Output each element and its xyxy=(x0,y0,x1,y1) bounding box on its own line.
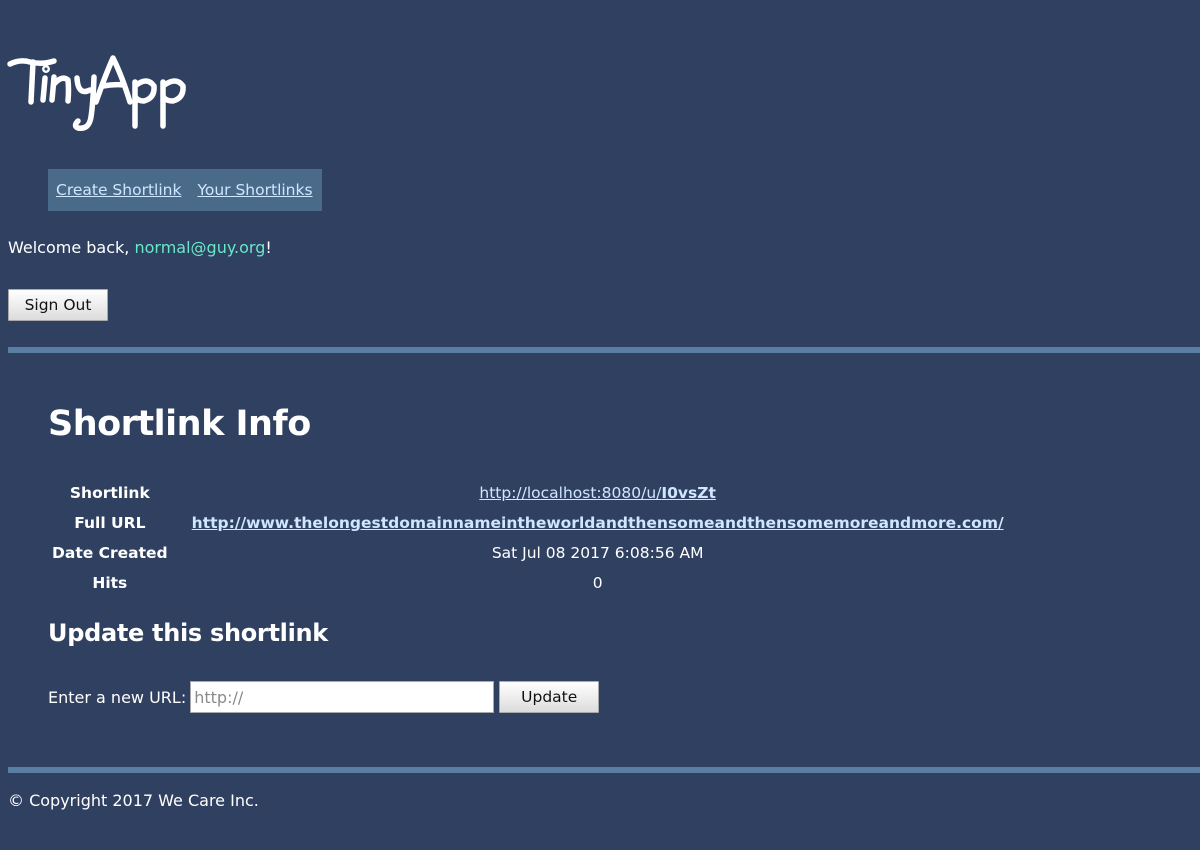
info-row-hits: Hits 0 xyxy=(48,568,1024,598)
shortlink-value-cell: http://localhost:8080/u/I0vsZt xyxy=(172,478,1024,508)
new-url-label: Enter a new URL: xyxy=(48,687,187,707)
update-form: Enter a new URL: Update xyxy=(48,681,600,713)
page-title: Shortlink Info xyxy=(48,404,311,444)
welcome-suffix: ! xyxy=(265,238,272,257)
footer-copyright: © Copyright 2017 We Care Inc. xyxy=(8,791,259,810)
full-url-value-cell: http://www.thelongestdomainnameintheworl… xyxy=(172,508,1024,538)
update-heading: Update this shortlink xyxy=(48,619,328,647)
info-row-shortlink: Shortlink http://localhost:8080/u/I0vsZt xyxy=(48,478,1024,508)
full-url-label: Full URL xyxy=(74,514,146,532)
welcome-message: Welcome back, normal@guy.org! xyxy=(8,238,272,257)
hits-label: Hits xyxy=(92,574,128,592)
hits-value: 0 xyxy=(592,574,603,592)
nav-create-shortlink[interactable]: Create Shortlink xyxy=(56,181,181,199)
user-email: normal@guy.org xyxy=(134,238,266,257)
welcome-prefix: Welcome back, xyxy=(8,238,135,257)
top-divider xyxy=(8,347,1200,353)
date-created-label: Date Created xyxy=(52,544,168,562)
shortlink-link[interactable]: http://localhost:8080/u/I0vsZt xyxy=(479,484,716,502)
main-nav: Create Shortlink Your Shortlinks xyxy=(48,169,322,211)
shortlink-info-table: Shortlink http://localhost:8080/u/I0vsZt… xyxy=(48,478,1024,598)
shortlink-label: Shortlink xyxy=(69,484,150,502)
bottom-divider xyxy=(8,767,1200,773)
sign-out-button[interactable]: Sign Out xyxy=(8,289,108,321)
info-row-full-url: Full URL http://www.thelongestdomainname… xyxy=(48,508,1024,538)
update-button[interactable]: Update xyxy=(499,681,600,713)
nav-your-shortlinks[interactable]: Your Shortlinks xyxy=(197,181,312,199)
full-url-link[interactable]: http://www.thelongestdomainnameintheworl… xyxy=(192,514,1004,532)
app-logo xyxy=(6,44,226,136)
shortlink-id: I0vsZt xyxy=(661,484,716,502)
new-url-input[interactable] xyxy=(190,681,495,713)
shortlink-url-prefix: http://localhost:8080/u/ xyxy=(479,484,662,502)
info-row-date-created: Date Created Sat Jul 08 2017 6:08:56 AM xyxy=(48,538,1024,568)
date-created-value: Sat Jul 08 2017 6:08:56 AM xyxy=(491,544,704,562)
